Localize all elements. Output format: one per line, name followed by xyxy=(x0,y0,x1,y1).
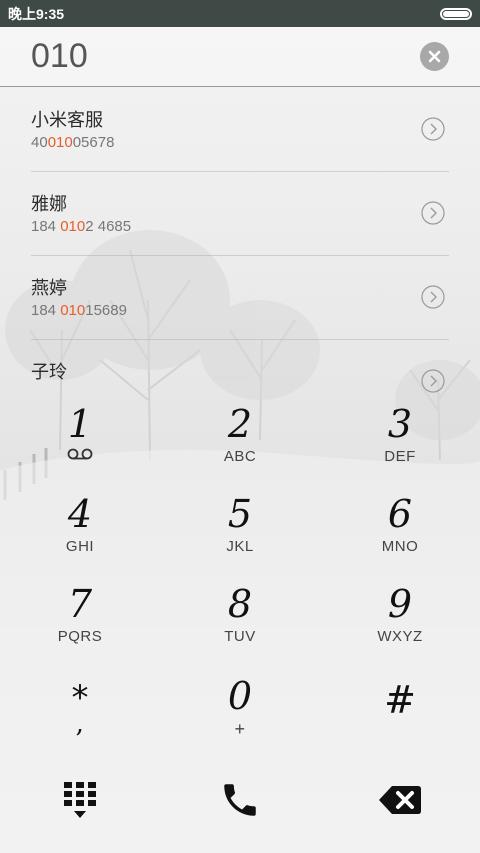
contact-name: 雅娜 xyxy=(31,194,67,215)
number-match-highlight: 010 xyxy=(47,134,73,151)
key-letters: ABC xyxy=(223,448,257,465)
key-digit: 9 xyxy=(387,582,413,626)
key-digit: 1 xyxy=(67,402,93,446)
battery-level xyxy=(443,11,469,17)
key-letters: TUV xyxy=(224,628,256,645)
key-3[interactable]: 3 DEF xyxy=(340,398,460,488)
key-2[interactable]: 2 ABC xyxy=(180,398,300,488)
number-match-highlight: 010 xyxy=(60,218,86,235)
status-bar: 晚上9:35 xyxy=(0,0,480,27)
contact-name: 燕婷 xyxy=(31,278,67,299)
key-letters: + xyxy=(234,719,246,739)
clear-button[interactable] xyxy=(420,42,449,71)
key-digit: 8 xyxy=(227,582,253,626)
key-letters: JKL xyxy=(226,538,254,555)
key-digit: 0 xyxy=(227,674,253,718)
key-4[interactable]: 4 GHI xyxy=(20,488,140,578)
key-8[interactable]: 8 TUV xyxy=(180,578,300,668)
close-icon xyxy=(428,50,441,63)
number-match-highlight: 010 xyxy=(60,302,86,319)
key-letters: , xyxy=(75,709,85,739)
battery-icon xyxy=(440,8,472,20)
key-letters: WXYZ xyxy=(377,628,423,645)
key-digit: 6 xyxy=(387,492,413,536)
dial-input-bar: 010 xyxy=(0,27,480,87)
contact-number: 4001005678 xyxy=(31,134,115,151)
contact-number: 184 0102 4685 xyxy=(31,218,132,235)
contact-results-list: 小米客服 4001005678 雅娜 184 0102 4685 燕婷 184 … xyxy=(0,88,480,400)
contact-result-row[interactable]: 小米客服 4001005678 xyxy=(31,88,449,172)
key-0[interactable]: 0 + xyxy=(180,670,300,760)
contact-detail-arrow-icon[interactable] xyxy=(421,201,445,225)
key-letters: DEF xyxy=(384,448,416,465)
key-digit: 3 xyxy=(387,402,413,446)
contact-result-row[interactable]: 子玲 xyxy=(31,340,449,400)
call-button[interactable] xyxy=(180,770,300,830)
key-digit: 2 xyxy=(227,402,253,446)
key-7[interactable]: 7 PQRS xyxy=(20,578,140,668)
key-5[interactable]: 5 JKL xyxy=(180,488,300,578)
status-time: 晚上9:35 xyxy=(8,5,65,22)
key-star[interactable]: * , xyxy=(20,670,140,760)
voicemail-icon xyxy=(67,448,93,460)
key-hash[interactable]: # xyxy=(340,670,460,760)
contact-number: 184 01015689 xyxy=(31,302,127,319)
dialed-number-field[interactable]: 010 xyxy=(31,37,88,76)
contact-detail-arrow-icon[interactable] xyxy=(421,285,445,309)
key-1[interactable]: 1 xyxy=(20,398,140,488)
dialpad-toggle-icon xyxy=(64,782,96,818)
backspace-icon xyxy=(379,786,421,814)
contact-detail-arrow-icon[interactable] xyxy=(421,369,445,393)
contact-name: 子玲 xyxy=(31,362,67,383)
phone-call-icon xyxy=(224,784,256,816)
key-letters: PQRS xyxy=(57,628,103,645)
key-letters: GHI xyxy=(65,538,95,555)
key-digit: 5 xyxy=(227,492,253,536)
key-9[interactable]: 9 WXYZ xyxy=(340,578,460,668)
contact-name: 小米客服 xyxy=(31,110,103,131)
contact-result-row[interactable]: 燕婷 184 01015689 xyxy=(31,256,449,340)
contact-detail-arrow-icon[interactable] xyxy=(421,117,445,141)
key-digit: 4 xyxy=(67,492,93,536)
dialpad-toggle-button[interactable] xyxy=(20,770,140,830)
key-6[interactable]: 6 MNO xyxy=(340,488,460,578)
contact-result-row[interactable]: 雅娜 184 0102 4685 xyxy=(31,172,449,256)
key-letters: MNO xyxy=(381,538,419,555)
key-digit: 7 xyxy=(67,582,93,626)
bottom-action-bar xyxy=(0,770,480,830)
backspace-button[interactable] xyxy=(340,770,460,830)
key-digit: # xyxy=(384,678,416,722)
